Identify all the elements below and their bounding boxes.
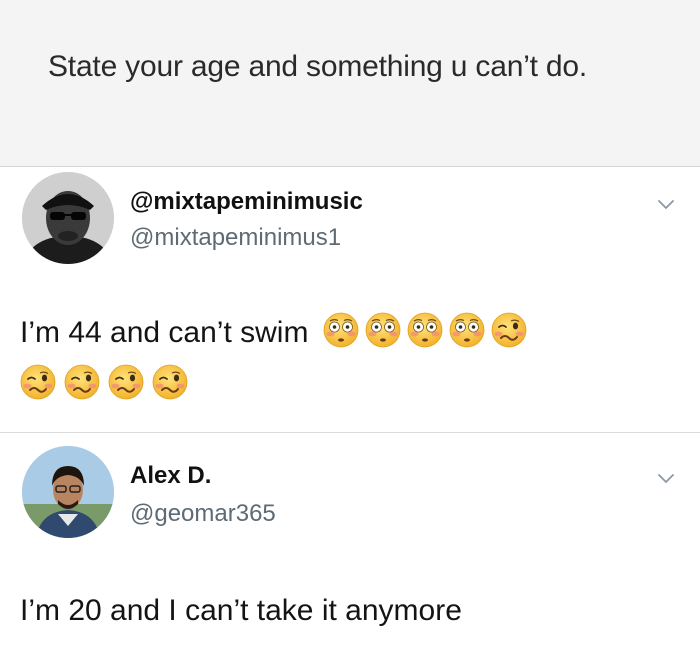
woozy-face-emoji: [491, 312, 527, 348]
display-name[interactable]: Alex D.: [130, 462, 211, 490]
user-handle[interactable]: @geomar365: [130, 500, 276, 528]
woozy-face-emoji: [108, 364, 144, 400]
tweet-card[interactable]: @mixtapeminimusic @mixtapeminimus1 I’m 4…: [0, 168, 700, 433]
avatar[interactable]: [22, 172, 114, 264]
emoji-group: [20, 364, 196, 400]
chevron-down-icon[interactable]: [654, 466, 678, 490]
flushed-face-emoji: [323, 312, 359, 348]
chevron-down-icon[interactable]: [654, 192, 678, 216]
emoji-group: [317, 316, 527, 349]
tweet-text: I’m 20 and I can’t take it anymore: [20, 594, 462, 627]
tweet-text-container: I’m 44 and can’t swim: [20, 308, 680, 358]
avatar[interactable]: [22, 446, 114, 538]
flushed-face-emoji: [365, 312, 401, 348]
flushed-face-emoji: [407, 312, 443, 348]
woozy-face-emoji: [64, 364, 100, 400]
prompt-header: State your age and something u can’t do.: [0, 0, 700, 167]
tweet-text: I’m 44 and can’t swim: [20, 316, 309, 349]
woozy-face-emoji: [152, 364, 188, 400]
display-name[interactable]: @mixtapeminimusic: [130, 188, 363, 216]
tweet-card[interactable]: Alex D. @geomar365 I’m 20 and I can’t ta…: [0, 434, 700, 670]
flushed-face-emoji: [449, 312, 485, 348]
prompt-text: State your age and something u can’t do.: [48, 50, 588, 83]
user-handle[interactable]: @mixtapeminimus1: [130, 224, 341, 252]
woozy-face-emoji: [20, 364, 56, 400]
